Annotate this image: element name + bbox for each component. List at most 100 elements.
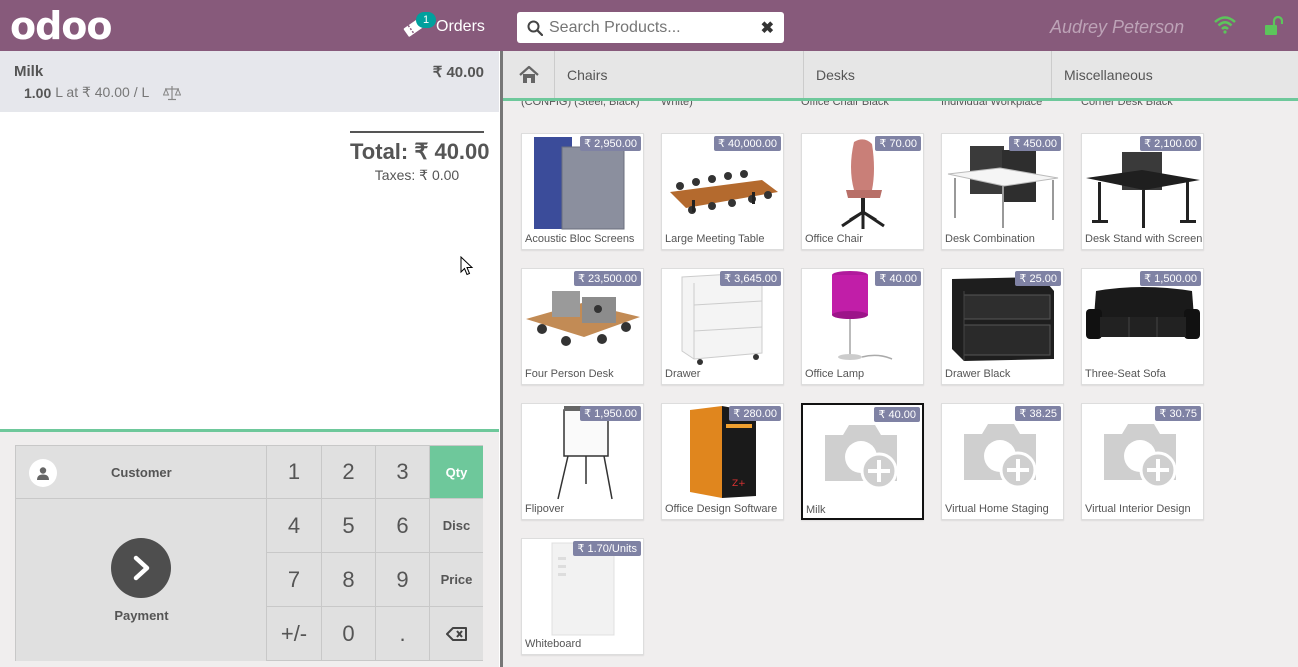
- disc-mode-button[interactable]: Disc: [429, 499, 483, 553]
- product-screen: Chairs Desks Miscellaneous (CONFIG) (Ste…: [500, 51, 1298, 667]
- product-price: ₹ 2,950.00: [580, 136, 641, 151]
- product-price: ₹ 1,500.00: [1140, 271, 1201, 286]
- order-totals: Total: ₹ 40.00 Taxes: ₹ 0.00: [350, 131, 490, 184]
- product-card[interactable]: ₹ 40.00 Milk: [801, 403, 924, 520]
- product-price: ₹ 1.70/Units: [573, 541, 641, 556]
- product-card[interactable]: Z+ ₹ 280.00 Office Design Software: [661, 403, 784, 520]
- search-box: ✖: [517, 12, 784, 43]
- customer-button[interactable]: Customer: [16, 446, 267, 499]
- wifi-icon[interactable]: [1214, 16, 1236, 39]
- backspace-key[interactable]: [429, 607, 483, 661]
- user-name[interactable]: Audrey Peterson: [1050, 17, 1184, 38]
- order-taxes: Taxes: ₹ 0.00: [374, 167, 460, 183]
- order-line-unit-info: L at ₹ 40.00 / L: [55, 84, 150, 100]
- product-name: Desk Stand with Screen: [1085, 233, 1203, 245]
- mouse-cursor-icon: [460, 255, 474, 281]
- order-line[interactable]: Milk ₹ 40.00 1.00 L at ₹ 40.00 / L: [0, 51, 499, 112]
- key-0[interactable]: 0: [321, 607, 375, 661]
- product-name: Milk: [806, 504, 826, 516]
- product-name: Virtual Interior Design: [1085, 503, 1191, 515]
- product-name: Office Design Software: [665, 503, 778, 515]
- product-price: ₹ 1,950.00: [580, 406, 641, 421]
- numpad-area: Customer Payment 1 2 3 Qty 4 5 6 Disc 7 …: [15, 445, 483, 661]
- partial-product-name: Corner Desk Black: [1081, 101, 1173, 108]
- plus-minus-key[interactable]: +/-: [267, 607, 321, 661]
- product-card[interactable]: ₹ 38.25 Virtual Home Staging: [941, 403, 1064, 520]
- product-card[interactable]: ₹ 25.00 Drawer Black: [941, 268, 1064, 385]
- key-8[interactable]: 8: [321, 553, 375, 607]
- customer-label: Customer: [111, 465, 172, 480]
- price-mode-button[interactable]: Price: [429, 553, 483, 607]
- qty-mode-button[interactable]: Qty: [429, 446, 483, 499]
- decimal-key[interactable]: .: [375, 607, 429, 661]
- product-name: Desk Combination: [945, 233, 1035, 245]
- product-name: Drawer Black: [945, 368, 1011, 380]
- orders-count-badge: 1: [416, 12, 436, 28]
- ticket-icon: 1: [400, 12, 436, 40]
- odoo-logo: odoo: [10, 4, 113, 48]
- category-miscellaneous[interactable]: Miscellaneous: [1052, 51, 1298, 98]
- product-name: Three-Seat Sofa: [1085, 368, 1166, 380]
- payment-label: Payment: [114, 608, 169, 623]
- unlock-icon[interactable]: [1263, 15, 1284, 41]
- key-2[interactable]: 2: [321, 446, 375, 499]
- product-list: (CONFIG) (Steel, Black) White) Office Ch…: [503, 101, 1298, 667]
- product-card[interactable]: ₹ 1.70/Units Whiteboard: [521, 538, 644, 655]
- svg-text:Z+: Z+: [732, 479, 746, 489]
- search-icon: [527, 20, 543, 36]
- scale-icon: [163, 85, 182, 101]
- key-9[interactable]: 9: [375, 553, 429, 607]
- category-bar: Chairs Desks Miscellaneous: [503, 51, 1298, 101]
- product-price: ₹ 280.00: [729, 406, 781, 421]
- product-card[interactable]: ₹ 1,500.00 Three-Seat Sofa: [1081, 268, 1204, 385]
- key-4[interactable]: 4: [267, 499, 321, 553]
- product-price: ₹ 23,500.00: [574, 271, 641, 286]
- product-name: Four Person Desk: [525, 368, 614, 380]
- product-card[interactable]: ₹ 450.00 Desk Combination: [941, 133, 1064, 250]
- control-pad: Customer Payment 1 2 3 Qty 4 5 6 Disc 7 …: [0, 429, 499, 667]
- home-icon: [518, 65, 540, 85]
- partial-product-name: (CONFIG) (Steel, Black): [521, 101, 640, 108]
- product-card[interactable]: ₹ 1,950.00 Flipover: [521, 403, 644, 520]
- order-line-info: 1.00 L at ₹ 40.00 / L: [24, 84, 182, 101]
- product-price: ₹ 450.00: [1009, 136, 1061, 151]
- product-price: ₹ 25.00: [1015, 271, 1061, 286]
- key-5[interactable]: 5: [321, 499, 375, 553]
- product-price: ₹ 40.00: [875, 271, 921, 286]
- product-name: Flipover: [525, 503, 565, 515]
- top-bar: odoo 1 Orders ✖ Audrey Peterson: [0, 0, 1298, 51]
- category-desks[interactable]: Desks: [804, 51, 1052, 98]
- user-icon: [29, 459, 57, 487]
- home-category-button[interactable]: [503, 51, 555, 98]
- order-line-qty: 1.00: [24, 84, 52, 101]
- product-name: Large Meeting Table: [665, 233, 765, 245]
- orders-button[interactable]: 1 Orders: [400, 12, 485, 42]
- product-card[interactable]: ₹ 2,100.00 Desk Stand with Screen: [1081, 133, 1204, 250]
- product-name: Acoustic Bloc Screens: [525, 233, 635, 245]
- product-card[interactable]: ₹ 70.00 Office Chair: [801, 133, 924, 250]
- search-input[interactable]: [549, 18, 739, 37]
- product-name: Office Lamp: [805, 368, 865, 380]
- key-3[interactable]: 3: [375, 446, 429, 499]
- product-card[interactable]: ₹ 40.00 Office Lamp: [801, 268, 924, 385]
- key-1[interactable]: 1: [267, 446, 321, 499]
- order-line-name: Milk: [14, 63, 44, 80]
- product-price: ₹ 2,100.00: [1140, 136, 1201, 151]
- clear-search-icon[interactable]: ✖: [761, 18, 774, 38]
- key-7[interactable]: 7: [267, 553, 321, 607]
- key-6[interactable]: 6: [375, 499, 429, 553]
- product-card[interactable]: ₹ 30.75 Virtual Interior Design: [1081, 403, 1204, 520]
- category-chairs[interactable]: Chairs: [555, 51, 804, 98]
- order-line-price: ₹ 40.00: [432, 64, 484, 81]
- payment-button[interactable]: Payment: [16, 499, 267, 661]
- partial-product-name: Individual Workplace: [941, 101, 1043, 108]
- product-name: Whiteboard: [525, 638, 582, 650]
- product-card[interactable]: ₹ 2,950.00 Acoustic Bloc Screens: [521, 133, 644, 250]
- product-name: Drawer: [665, 368, 701, 380]
- partial-product-name: Office Chair Black: [801, 101, 889, 108]
- product-price: ₹ 70.00: [875, 136, 921, 151]
- product-card[interactable]: ₹ 23,500.00 Four Person Desk: [521, 268, 644, 385]
- product-card[interactable]: ₹ 40,000.00 Large Meeting Table: [661, 133, 784, 250]
- product-name: Virtual Home Staging: [945, 503, 1049, 515]
- product-card[interactable]: ₹ 3,645.00 Drawer: [661, 268, 784, 385]
